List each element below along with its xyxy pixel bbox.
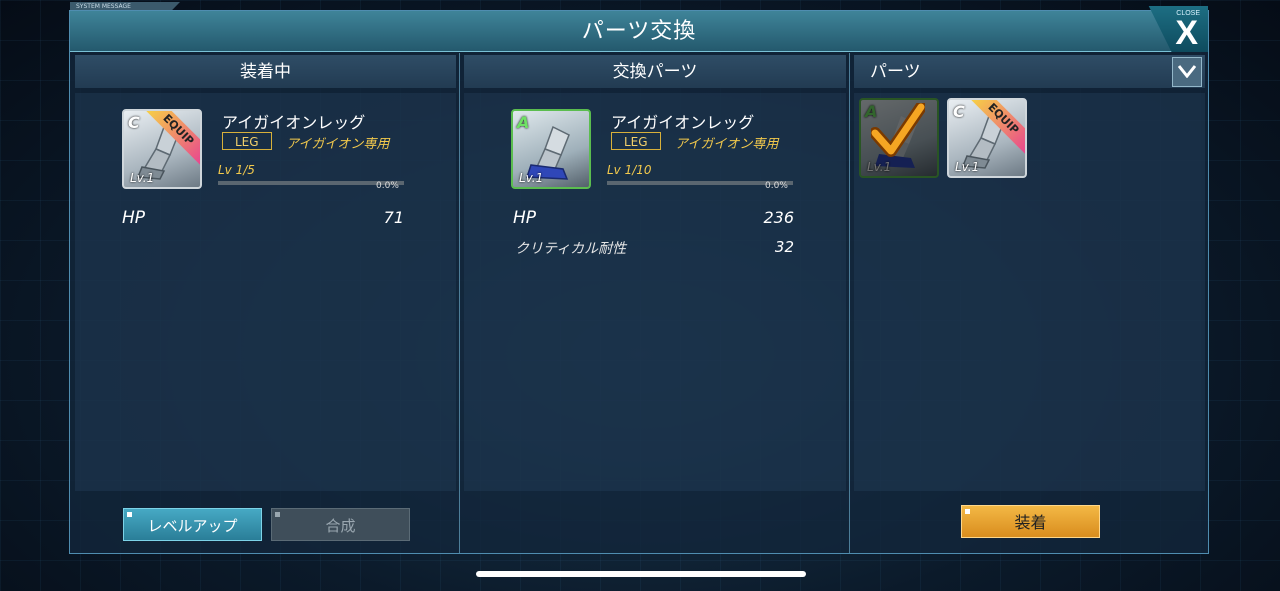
level-up-button[interactable]: レベルアップ [123,508,262,541]
replacement-slot-tag: LEG [611,132,661,150]
equipped-part-name: アイガイオンレッグ [222,113,366,132]
replacement-part-name: アイガイオンレッグ [611,113,755,132]
equipped-level-text: Lv 1/5 [218,163,255,177]
equipped-exclusive-label: アイガイオン専用 [286,137,390,152]
replacement-part-card[interactable]: A Lv.1 [511,109,591,189]
parts-column: パーツ A Lv.1 EQUIP C Lv.1 装着 [851,53,1208,553]
parts-exchange-dialog: パーツ交換 CLOSE X 装着中 EQUIP C Lv.1 アイガイオンレッグ… [69,6,1209,554]
button-corner-marker [127,512,132,517]
parts-header: パーツ [854,55,1205,88]
dialog-title: パーツ交換 [581,19,697,44]
replacement-level-percent: 0.0% [765,181,788,191]
card-level: Lv.1 [867,160,892,174]
chevron-down-icon [1178,65,1196,78]
equipped-column: 装着中 EQUIP C Lv.1 アイガイオンレッグ LEG アイガイオン専用 … [72,53,460,553]
level-up-label: レベルアップ [147,517,238,535]
replacement-stat-crit-value: 32 [774,238,794,256]
card-level: Lv.1 [955,160,980,174]
checkmark-icon [871,103,925,157]
button-corner-marker [965,509,970,514]
rank-badge: A [517,113,530,132]
button-corner-marker [275,512,280,517]
replacement-exclusive-label: アイガイオン専用 [675,137,779,152]
equip-label: 装着 [1014,513,1047,532]
card-level: Lv.1 [519,171,544,185]
replacement-level-text: Lv 1/10 [607,163,652,177]
rank-badge: C [953,102,965,121]
equipped-header: 装着中 [75,55,456,88]
replacement-column: 交換パーツ A Lv.1 アイガイオンレッグ LEG アイガイオン専用 Lv 1… [461,53,850,553]
replacement-stat-hp-value: 236 [763,208,794,227]
replacement-header: 交換パーツ [464,55,846,88]
parts-list-item[interactable]: EQUIP C Lv.1 [947,98,1027,178]
equipped-slot-tag: LEG [222,132,272,150]
close-icon: X [1175,14,1198,52]
title-bar: パーツ交換 [70,11,1208,52]
home-indicator[interactable] [476,571,806,577]
synthesize-label: 合成 [325,517,356,535]
card-level: Lv.1 [130,171,155,185]
replacement-stat-hp-label: HP [513,208,537,228]
sort-dropdown-button[interactable] [1172,57,1202,87]
rank-badge: C [128,113,140,132]
replacement-stat-crit-label: クリティカル耐性 [515,241,627,257]
equipped-level-percent: 0.0% [376,181,399,191]
equipped-part-card[interactable]: EQUIP C Lv.1 [122,109,202,189]
equip-button[interactable]: 装着 [961,505,1100,538]
synthesize-button[interactable]: 合成 [271,508,410,541]
equipped-stat-hp-value: 71 [383,208,404,227]
parts-header-label: パーツ [870,62,921,82]
equipped-stat-hp-label: HP [122,208,146,228]
